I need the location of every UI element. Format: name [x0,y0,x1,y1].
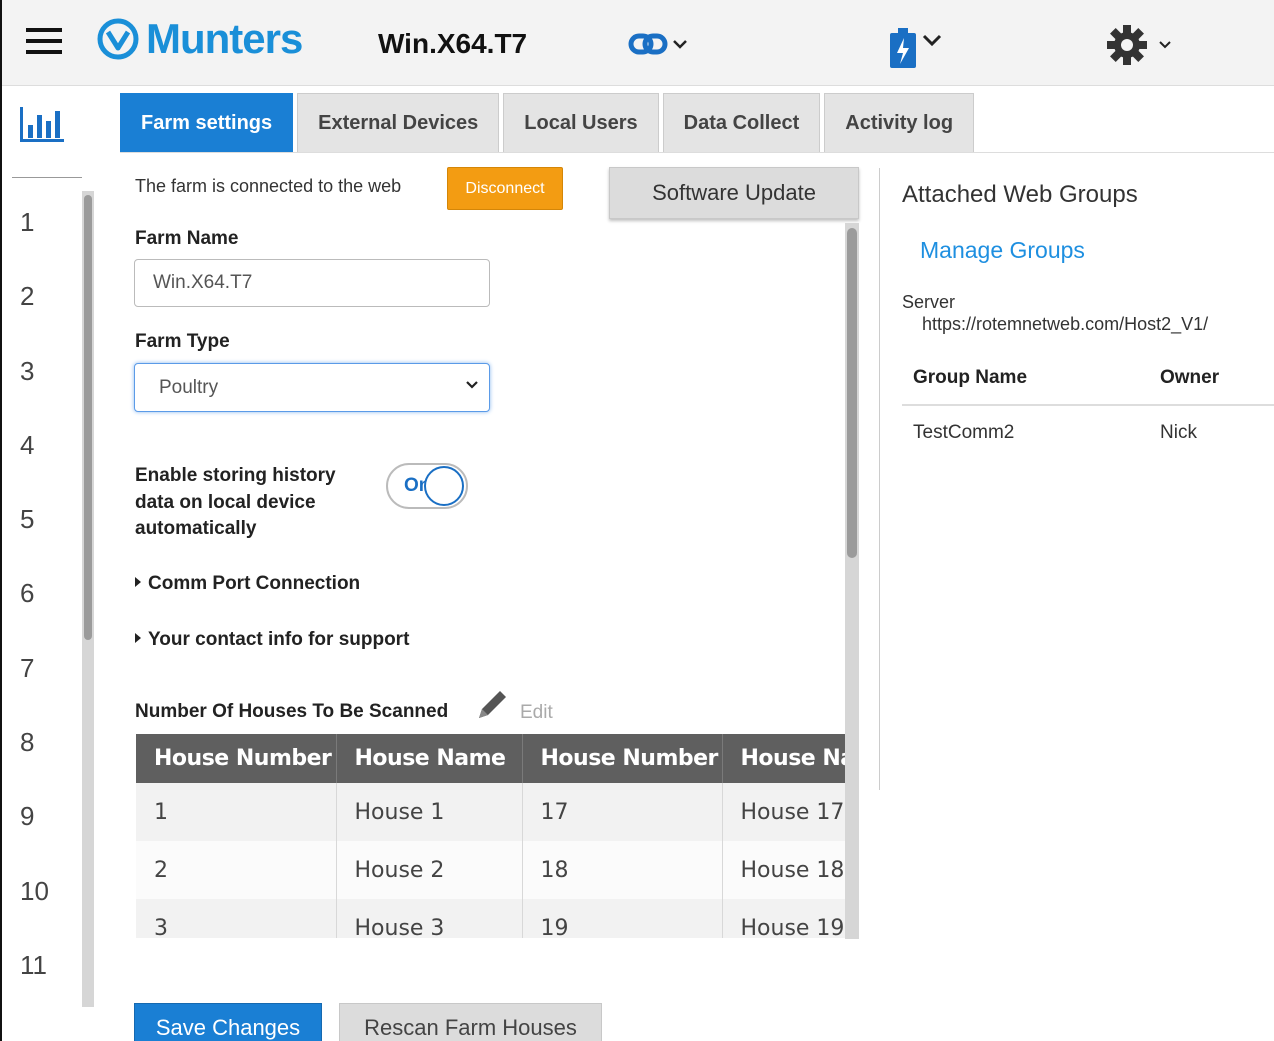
house-link-4[interactable]: 4 [20,430,49,504]
house-link-10[interactable]: 10 [20,876,49,950]
farm-type-select[interactable]: Poultry [134,363,490,412]
house-link-1[interactable]: 1 [20,207,49,281]
house-link-8[interactable]: 8 [20,727,49,801]
chevron-down-icon [673,40,687,49]
tabs-divider [120,152,1274,153]
groups-header-divider [902,404,1274,406]
house-name-cell: House 18 [722,841,857,899]
group-name-cell: TestComm2 [913,422,1015,443]
settings-tabs: Farm settings External Devices Local Use… [120,93,978,153]
col-house-number: House Number [136,734,337,783]
col-group-name: Group Name [913,367,1028,388]
houses-table: House Number House Name House Number Hou… [136,734,857,938]
house-link-5[interactable]: 5 [20,504,49,578]
app-frame: Munters Win.X64.T7 1 2 3 4 5 6 7 8 9 10 … [0,0,1274,1041]
comm-port-label: Comm Port Connection [148,573,361,594]
table-header-row: House Number House Name House Number Hou… [136,734,857,783]
rescan-houses-button[interactable]: Rescan Farm Houses [339,1003,602,1041]
house-name-cell: House 1 [336,783,523,841]
storing-history-toggle[interactable]: On [386,463,468,509]
server-label: Server [902,292,956,312]
contact-info-expander[interactable]: Your contact info for support [135,629,409,651]
panel-divider [879,168,880,790]
caret-right-icon [135,576,141,587]
farm-type-value: Poultry [159,376,219,398]
link-menu[interactable] [628,30,688,58]
tab-local-users[interactable]: Local Users [503,93,659,153]
battery-menu[interactable] [888,26,942,70]
house-link-7[interactable]: 7 [20,653,49,727]
house-link-9[interactable]: 9 [20,801,49,875]
house-name-cell: House 3 [336,899,523,938]
manage-groups-link[interactable]: Manage Groups [920,237,1085,264]
house-link-3[interactable]: 3 [20,356,49,430]
group-owner-cell: Nick [1160,422,1197,443]
house-link-2[interactable]: 2 [20,281,49,355]
house-number-cell: 17 [522,783,723,841]
settings-menu[interactable] [1106,24,1172,66]
house-link-11[interactable]: 11 [20,950,49,1024]
save-changes-button[interactable]: Save Changes [134,1003,322,1041]
contact-info-label: Your contact info for support [148,629,410,650]
disconnect-button[interactable]: Disconnect [447,167,563,210]
table-row: 1 House 1 17 House 17 [136,783,857,841]
edit-houses-link[interactable]: Edit [520,702,553,724]
software-update-button[interactable]: Software Update [609,167,859,219]
col-house-name: House Name [336,734,523,783]
munters-logo-icon [97,18,139,60]
house-number-cell: 1 [136,783,337,841]
brand-logo: Munters [96,14,303,64]
brand-name: Munters [146,15,303,62]
web-groups-title: Attached Web Groups [902,181,1138,208]
menu-icon[interactable] [26,28,62,58]
col-owner: Owner [1160,367,1220,388]
house-name-cell: House 2 [336,841,523,899]
gear-icon [1107,25,1147,65]
house-number-cell: 19 [522,899,723,938]
chart-icon[interactable] [18,105,66,145]
server-url: https://rotemnetweb.com/Host2_V1/ [922,314,1209,334]
storing-history-label: Enable storing history data on local dev… [135,465,336,539]
top-bar: Munters Win.X64.T7 [2,0,1274,86]
houses-scan-label: Number Of Houses To Be Scanned [135,701,449,722]
house-link-6[interactable]: 6 [20,578,49,652]
farm-name-input[interactable] [134,259,490,307]
tab-activity-log[interactable]: Activity log [824,93,975,153]
pencil-icon[interactable] [475,686,511,722]
chevron-down-icon [922,34,942,46]
farm-type-label: Farm Type [135,331,230,352]
chevron-down-icon [1159,41,1171,49]
battery-icon [890,28,916,68]
house-number-cell: 18 [522,841,723,899]
comm-port-expander[interactable]: Comm Port Connection [135,573,360,595]
main-scrollbar-thumb[interactable] [847,228,857,558]
caret-right-icon [135,632,141,643]
farm-title: Win.X64.T7 [378,28,528,59]
house-name-cell: House 19 [722,899,857,938]
table-row: 2 House 2 18 House 18 [136,841,857,899]
toggle-knob [424,466,464,506]
link-icon [628,33,668,55]
table-row: 3 House 3 19 House 19 [136,899,857,938]
tab-data-collect[interactable]: Data Collect [662,93,821,153]
house-number-cell: 2 [136,841,337,899]
tab-external-devices[interactable]: External Devices [297,93,500,153]
col-house-name: House Name [722,734,857,783]
house-name-cell: House 17 [722,783,857,841]
connection-status: The farm is connected to the web [135,176,402,196]
house-number-list: 1 2 3 4 5 6 7 8 9 10 11 [20,207,49,1024]
tab-farm-settings[interactable]: Farm settings [120,93,294,153]
house-rail: 1 2 3 4 5 6 7 8 9 10 11 [4,87,94,1041]
house-number-cell: 3 [136,899,337,938]
rail-scrollbar-thumb[interactable] [84,195,92,640]
farm-name-label: Farm Name [135,228,239,249]
chevron-down-icon [466,381,478,389]
col-house-number: House Number [522,734,723,783]
rail-divider [12,177,82,178]
